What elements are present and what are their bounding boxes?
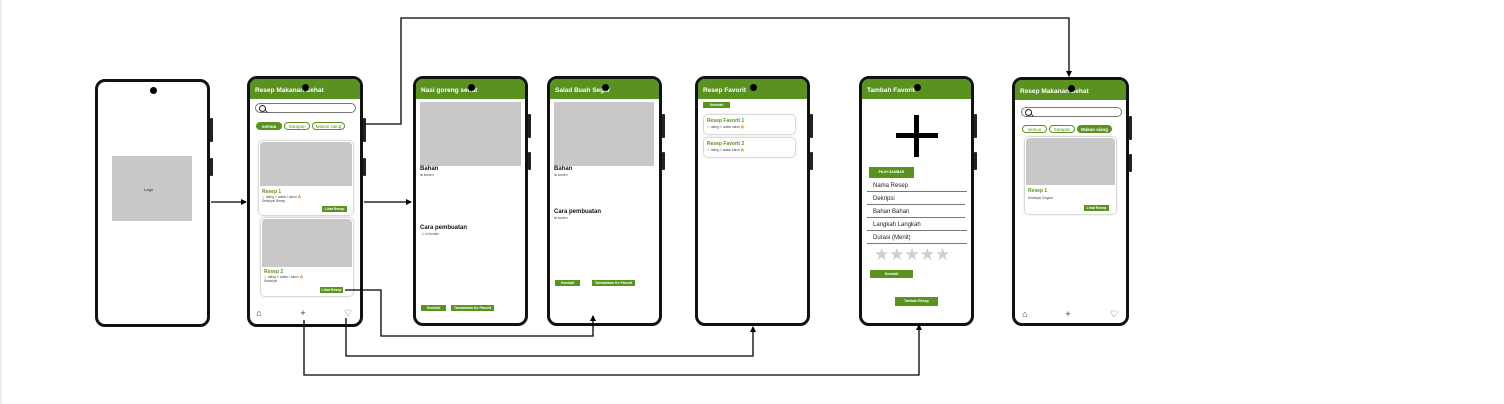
camera-dot xyxy=(913,84,921,91)
camera-dot xyxy=(749,84,757,91)
arrow-add-to-form xyxy=(303,320,922,376)
camera-dot xyxy=(1067,85,1075,92)
arrow-view-to-detail2 xyxy=(345,289,596,337)
camera-dot xyxy=(467,84,475,91)
camera-dot xyxy=(149,87,157,94)
canvas: Logo Resep Makanan Sehat semua Sarapan M… xyxy=(0,0,1504,404)
camera-dot xyxy=(601,84,609,91)
arrow-home-to-updated xyxy=(364,17,1072,125)
arrow-fav-to-favorites xyxy=(345,318,756,357)
camera-dot xyxy=(302,84,309,91)
flow-connectors xyxy=(211,17,1072,376)
